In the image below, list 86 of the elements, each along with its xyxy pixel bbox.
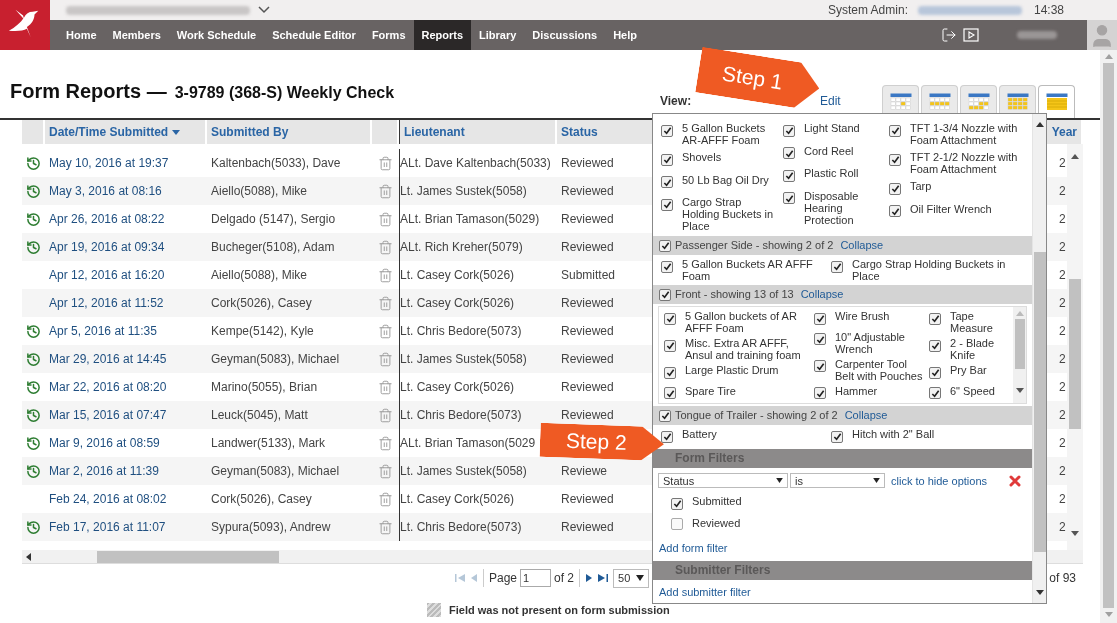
item-label: Light Stand [804,122,860,134]
item-label: Tarp [910,180,932,192]
table-cell-text: Lt. Casey Cork(5026) [400,379,515,396]
table-cell-text: Sypura(5093), Andrew [211,519,331,536]
table-cell-text: Geyman(5083), Michael [211,351,340,368]
table-cell-text: 2 [1059,407,1066,424]
table-cell-text: Lt. Casey Cork(5026) [400,267,515,284]
clock-time: 14:38 [1033,2,1064,19]
table-cell-text: Kaltenbach(5033), Dave [211,155,341,172]
table-cell-text: Reviewed [561,323,614,340]
item-label: Pry Bar [950,364,987,376]
table-cell-text: Aiello(5088), Mike [211,267,308,284]
table-cell-text: ALt. Rich Kreher(5079) [400,239,523,256]
view-label: View: [660,94,692,108]
table-cell-text: Lt. James Sustek(5058) [400,463,527,480]
table-cell-text: Reviewed [561,407,614,424]
table-cell-text: Lt. Casey Cork(5026) [400,491,515,508]
table-cell-text: Leuck(5045), Matt [211,407,308,424]
table-cell-text: Reviewed [561,155,614,172]
system-admin-label: System Admin: [827,2,908,19]
table-cell-text: Lt. Chris Bedore(5073) [400,323,522,340]
table-cell-text: ALt. Dave Kaltenbach(5033) [400,155,551,172]
table-cell-text: Lt. Casey Cork(5026) [400,295,515,312]
table-cell-text: Reviewed [561,239,614,256]
table-cell-text: Reviewed [561,519,614,536]
table-cell-text: ALt. Brian Tamason(5029 [400,435,536,452]
table-cell-text: 2 [1059,323,1066,340]
table-cell-text: Reviewed [561,183,614,200]
table-cell-text: 2 [1059,351,1066,368]
table-cell-text: 2 [1059,239,1066,256]
section-title: Front - showing 13 of 13 [675,287,794,303]
table-cell-text: Lt. Chris Bedore(5073) [400,519,522,536]
item-label: Reviewed [692,516,741,529]
item-label: Oil Filter Wrench [910,202,992,215]
table-cell-text: 2 [1059,519,1066,536]
table-cell-text: 2 [1059,267,1066,284]
table-cell-text: Lt. James Sustek(5058) [400,183,527,200]
table-cell-text: 2 [1059,155,1066,172]
legend-text: Field was not present on form submission [449,603,670,618]
table-cell-text: Aiello(5088), Mike [211,183,308,200]
table-cell-text: Lt. Chris Bedore(5073) [400,407,522,424]
table-cell-text: Submitted [561,267,616,284]
record-total: of 93 [1049,570,1076,587]
table-cell-text: Marino(5055), Brian [211,379,318,396]
item-label: Cargo Strap Holding Buckets in Place [852,258,1007,282]
table-cell-text: 2 [1059,295,1066,312]
section-title: Tongue of Trailer - showing 2 of 2 [675,408,838,424]
table-cell-text: 2 [1059,435,1066,452]
item-label: TFT 1-3/4 Nozzle with Foam Attachment [910,122,1019,146]
table-cell-text: Landwer(5133), Mark [211,435,326,452]
table-cell-text: Delgado (5147), Sergio [211,211,336,228]
table-cell-text: 2 [1059,183,1066,200]
table-cell-text: Reviewed [561,295,614,312]
page-title: Form Reports — [10,79,167,104]
table-cell-text: Reviewed [561,491,614,508]
table-cell-text: Kempe(5142), Kyle [211,323,314,340]
table-cell-text: Geyman(5083), Michael [211,463,340,480]
table-cell-text: Cork(5026), Casey [211,491,312,508]
table-cell-text: Reviewed [561,211,614,228]
table-cell-text: ALt. Brian Tamason(5029) [400,211,540,228]
page-subtitle: 3-9789 (368-S) Weekly Check [174,83,395,103]
table-cell-text: Reviewe [561,463,608,480]
item-label: Submitted [692,495,742,507]
page-label: Page [489,570,518,587]
item-label: Battery [682,428,717,440]
item-label: 5 Gallon Buckets AR AFFF Foam [682,258,814,282]
section-title: Passenger Side - showing 2 of 2 [675,238,834,254]
item-label: Large Plastic Drum [685,364,779,376]
table-cell-text: 2 [1059,463,1066,480]
item-label: 6" Speed [950,384,995,397]
page-count: of 2 [554,570,575,587]
table-cell-text: Lt. James Sustek(5058) [400,351,527,368]
table-cell-text: 2 [1059,379,1066,396]
table-cell-text: 2 [1059,211,1066,228]
item-label: Hitch with 2" Ball [852,428,935,440]
item-label: Hammer [835,384,878,397]
table-cell-text: Reviewed [561,351,614,368]
table-cell-text: 2 [1059,491,1066,508]
item-label: Plastic Roll [804,167,859,179]
item-label: Spare Tire [685,384,736,397]
item-label: 5 Gallon Buckets AR-AFFF Foam [682,122,767,146]
table-cell-text: Bucheger(5108), Adam [211,239,335,256]
table-cell-text: Cork(5026), Casey [211,295,312,312]
item-label: TFT 2-1/2 Nozzle with Foam Attachment [910,151,1019,175]
item-label: Shovels [682,151,722,163]
table-cell-text: Reviewed [561,379,614,396]
